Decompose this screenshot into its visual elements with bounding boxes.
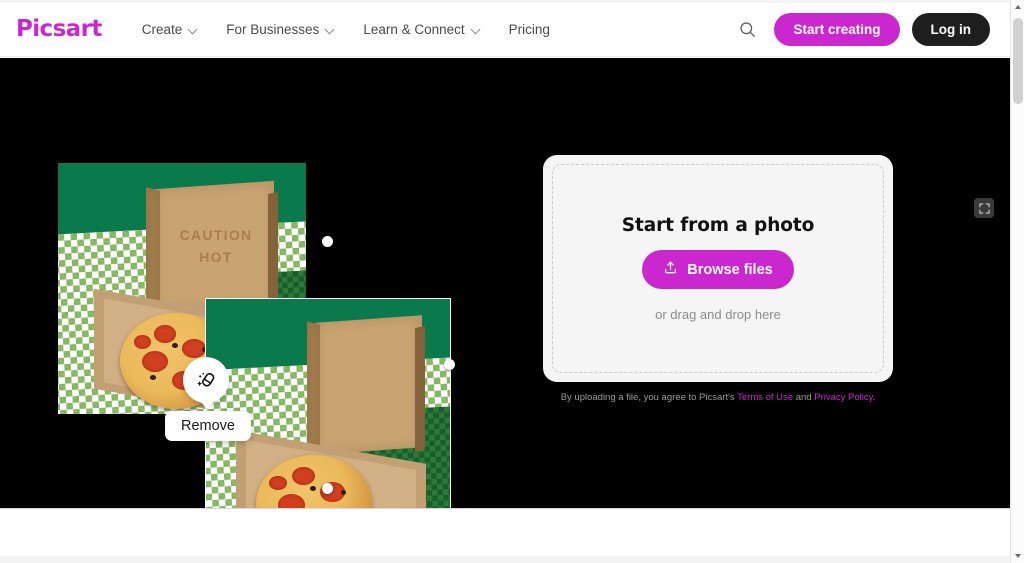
selected-photo[interactable] [205, 298, 451, 508]
privacy-policy-link[interactable]: Privacy Policy [814, 392, 872, 403]
scroll-down-arrow-icon[interactable] [1011, 549, 1024, 563]
nav-item-create[interactable]: Create [128, 16, 213, 43]
nav-label-learn-and-connect: Learn & Connect [363, 22, 465, 37]
nav-item-pricing[interactable]: Pricing [495, 16, 564, 43]
scroll-up-arrow-icon[interactable] [1011, 0, 1024, 14]
page-scrollbar[interactable] [1010, 0, 1024, 563]
browse-files-label: Browse files [687, 261, 773, 278]
login-button[interactable]: Log in [911, 13, 990, 46]
magic-eraser-icon[interactable] [183, 357, 229, 409]
upload-icon [663, 260, 678, 279]
nav-label-pricing: Pricing [508, 22, 550, 37]
remove-tooltip-label[interactable]: Remove [165, 411, 251, 441]
caution-hot-text: CAUTION HOT [179, 227, 253, 265]
legal-prefix: By uploading a file, you agree to Picsar… [560, 392, 738, 403]
nav-label-for-businesses: For Businesses [226, 22, 320, 37]
below-hero-section [0, 508, 1010, 563]
scroll-thumb[interactable] [1013, 18, 1023, 104]
start-creating-button[interactable]: Start creating [774, 13, 900, 46]
expand-icon[interactable] [974, 198, 994, 218]
picsart-logo[interactable]: Picsart [16, 18, 102, 41]
pizza-box-lid-side [146, 187, 160, 311]
editor-canvas: CAUTION HOT Remove Start from a photo Br… [0, 58, 1010, 508]
page-root: Picsart Create For Businesses Learn & Co… [0, 0, 1024, 563]
chevron-down-icon [189, 25, 198, 34]
chevron-down-icon [472, 25, 481, 34]
pizza-box-lid-right [268, 191, 278, 311]
search-icon[interactable] [732, 15, 762, 45]
resize-handle-bottom-center[interactable] [322, 483, 333, 494]
chevron-down-icon [326, 25, 335, 34]
upload-dropzone[interactable]: Start from a photo Browse files or drag … [552, 164, 884, 373]
nav-item-for-businesses[interactable]: For Businesses [212, 16, 349, 43]
legal-middle: and [793, 392, 815, 403]
resize-handle-top-center[interactable] [322, 236, 333, 247]
nav-item-learn-and-connect[interactable]: Learn & Connect [349, 16, 494, 43]
terms-of-use-link[interactable]: Terms of Use [737, 392, 793, 403]
upload-card: Start from a photo Browse files or drag … [543, 155, 893, 382]
main-navigation: Create For Businesses Learn & Connect Pr… [128, 16, 564, 43]
upload-title: Start from a photo [621, 215, 815, 236]
site-header: Picsart Create For Businesses Learn & Co… [0, 3, 1010, 57]
pizza-box-lid-right [415, 325, 425, 453]
legal-suffix: . [872, 392, 876, 403]
drag-and-drop-hint: or drag and drop here [655, 307, 781, 322]
resize-handle-right-center[interactable] [444, 359, 455, 370]
nav-label-create: Create [141, 22, 183, 37]
browse-files-button[interactable]: Browse files [642, 250, 794, 289]
header-actions: Start creating Log in [732, 13, 990, 46]
pizza-box-lid-side [307, 321, 320, 453]
upload-legal-text: By uploading a file, you agree to Picsar… [543, 392, 893, 403]
pizza-box-lid [316, 315, 422, 455]
